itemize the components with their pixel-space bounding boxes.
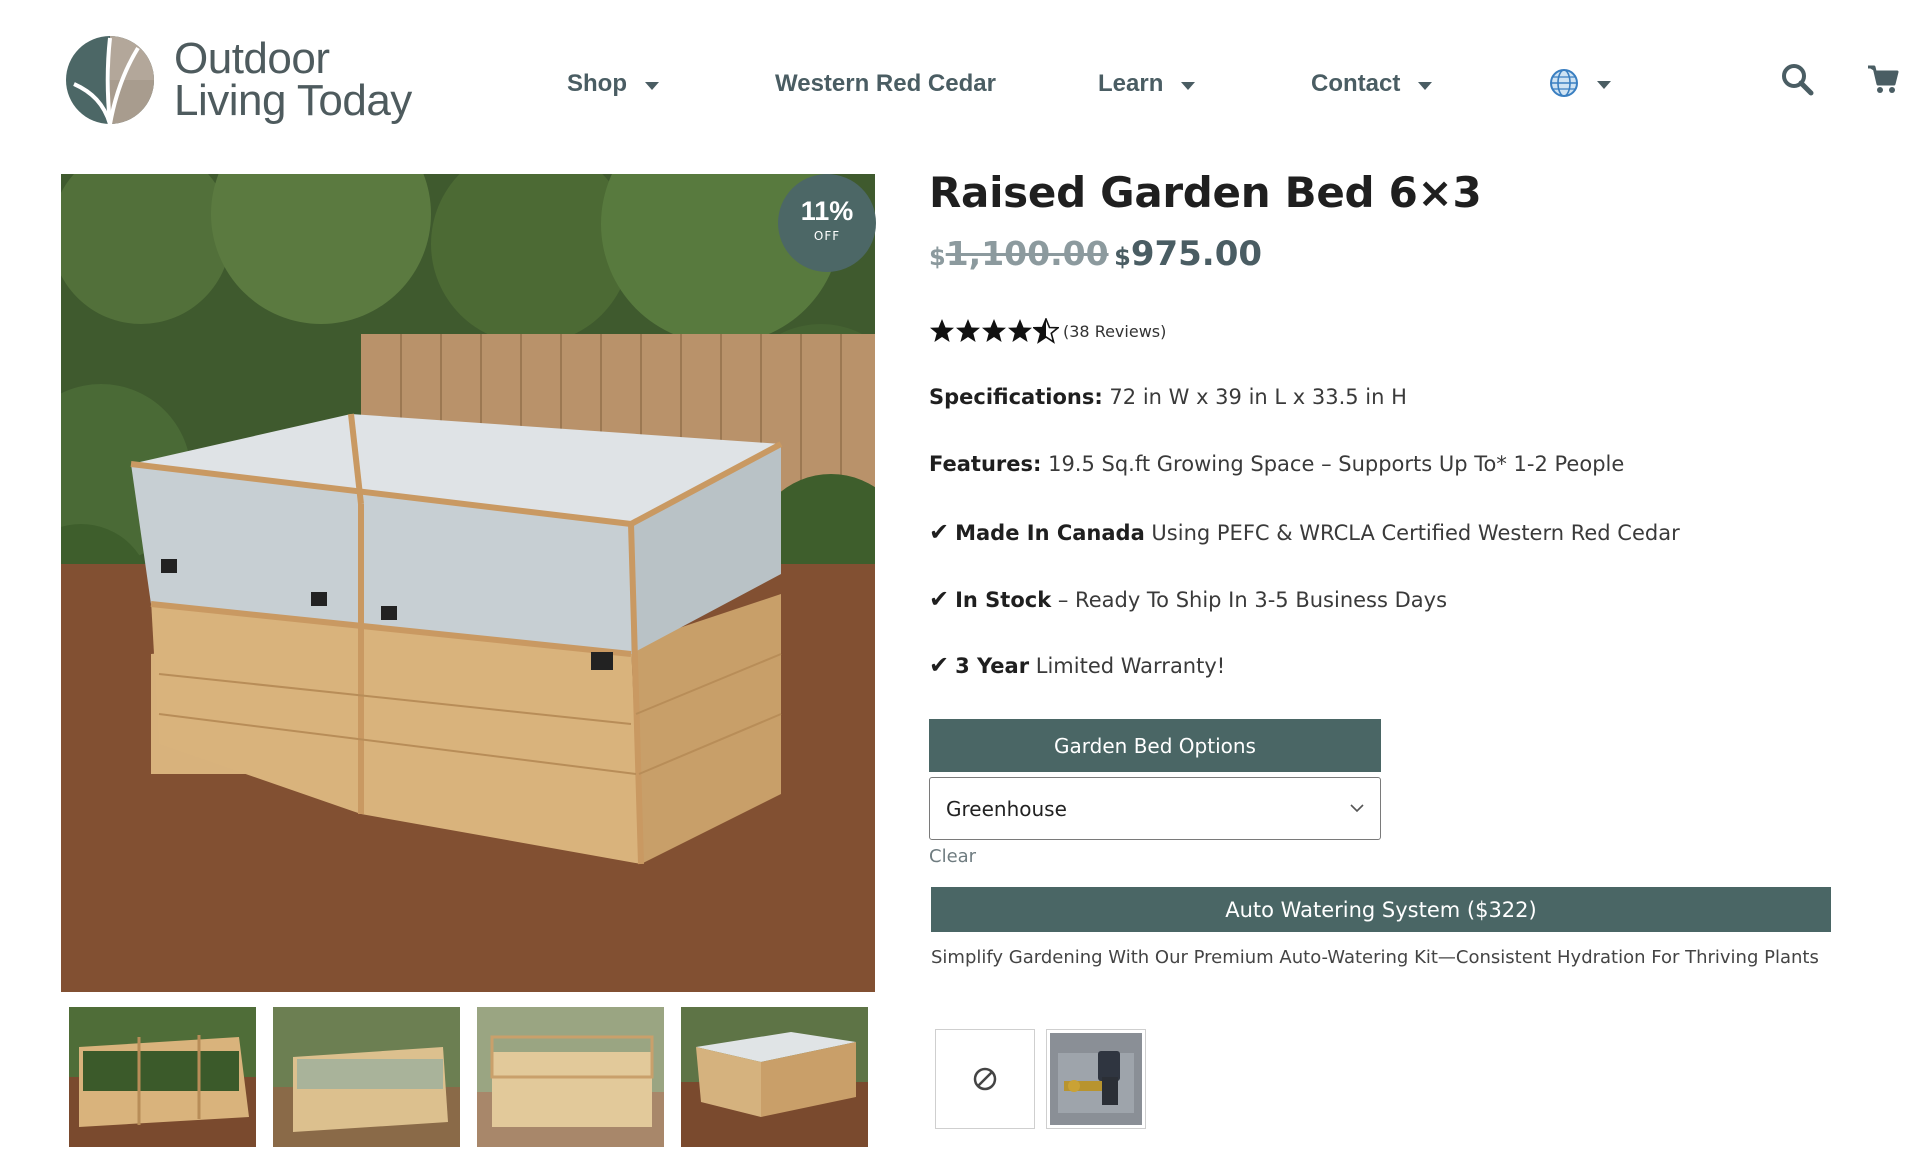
nav-contact[interactable]: Contact [1311,70,1433,98]
product-main-image[interactable] [61,174,875,992]
spec-made-in-canada: ✔ Made In Canada Using PEFC & WRCLA Certi… [929,518,1680,546]
caret-down-icon [1181,82,1196,90]
discount-percent: 11% [800,196,854,226]
caret-down-icon [1418,82,1433,90]
thumbnail-2[interactable] [273,1007,460,1147]
spec-label: 3 Year [955,654,1030,678]
spec-dimensions: Specifications: 72 in W x 39 in L x 33.5… [929,385,1407,409]
product-title: Raised Garden Bed 6×3 [929,168,1482,217]
nav-learn[interactable]: Learn [1098,70,1196,98]
spec-in-stock: ✔ In Stock – Ready To Ship In 3-5 Busines… [929,585,1447,613]
clear-selection-link[interactable]: Clear [929,846,976,867]
nav-western-red-cedar[interactable]: Western Red Cedar [775,70,996,98]
garden-bed-option-select[interactable]: Greenhouse [929,777,1381,840]
star-rating [929,318,1059,344]
spec-label: In Stock [955,588,1052,612]
spec-value: 72 in W x 39 in L x 33.5 in H [1102,385,1407,409]
star-full-icon [982,319,1006,342]
thumbnail-open-bed-image [69,1007,256,1147]
checkmark-icon: ✔ [929,518,950,546]
thumbnail-mesh-bed-image [273,1007,460,1147]
spec-label: Specifications: [929,385,1103,409]
logo-text: Outdoor Living Today [174,34,412,125]
raised-garden-bed-photo [61,174,875,992]
thumbnail-1[interactable] [69,1007,256,1147]
spec-value: Using PEFC & WRCLA Certified Western Red… [1144,521,1680,545]
addon-watering-kit-swatch[interactable] [1046,1029,1146,1129]
nav-language[interactable] [1549,68,1611,98]
logo[interactable]: Outdoor Living Today [64,34,412,126]
spec-warranty: ✔ 3 Year Limited Warranty! [929,651,1225,679]
nav-contact-label: Contact [1311,70,1401,97]
spec-value: Limited Warranty! [1029,654,1226,678]
star-full-icon [956,319,980,342]
auto-watering-description: Simplify Gardening With Our Premium Auto… [931,947,1819,968]
chevron-down-icon [1350,804,1364,813]
spec-label: Made In Canada [955,521,1145,545]
discount-badge: 11% OFF [778,174,876,272]
product-price: $1,100.00 $975.00 [929,234,1262,274]
spec-label: Features: [929,452,1042,476]
thumbnail-frame-bed-image [477,1007,664,1147]
auto-watering-addon-header: Auto Watering System ($322) [931,887,1831,932]
nav-western-red-cedar-label: Western Red Cedar [775,70,996,97]
globe-icon [1550,69,1578,97]
garden-bed-options-header: Garden Bed Options [929,719,1381,772]
addon-none-swatch[interactable] [935,1029,1035,1129]
selected-option: Greenhouse [946,796,1067,821]
nav-shop-label: Shop [567,70,627,97]
caret-down-icon [645,82,659,90]
spec-value: – Ready To Ship In 3-5 Business Days [1051,588,1448,612]
thumbnail-4[interactable] [681,1007,868,1147]
spec-value: 19.5 Sq.ft Growing Space – Supports Up T… [1041,452,1625,476]
old-price: 1,100.00 [945,234,1109,273]
checkmark-icon: ✔ [929,585,950,613]
product-rating: (38 Reviews) [929,318,1166,344]
watering-kit-image [1050,1033,1142,1125]
logo-line-1: Outdoor [174,34,330,83]
old-price-currency: $ [929,243,946,271]
reviews-link[interactable]: (38 Reviews) [1063,322,1166,341]
logo-line-2: Living Today [174,76,412,125]
nav-shop[interactable]: Shop [567,70,659,98]
nav-learn-label: Learn [1098,70,1164,97]
star-full-icon [1008,319,1032,342]
cart-icon[interactable] [1866,62,1900,96]
thumbnail-greenhouse-bed-image [681,1007,868,1147]
discount-off-label: OFF [813,229,841,243]
star-full-icon [930,319,954,342]
search-icon[interactable] [1780,62,1814,96]
star-half-icon [1033,318,1059,344]
thumbnail-strip [69,1007,868,1147]
logo-leaf-icon [66,36,154,125]
thumbnail-3[interactable] [477,1007,664,1147]
spec-features: Features: 19.5 Sq.ft Growing Space – Sup… [929,452,1624,476]
caret-down-icon [1597,81,1611,89]
new-price: 975.00 [1130,234,1263,274]
new-price-currency: $ [1114,243,1131,271]
none-icon [973,1067,997,1091]
checkmark-icon: ✔ [929,651,950,679]
